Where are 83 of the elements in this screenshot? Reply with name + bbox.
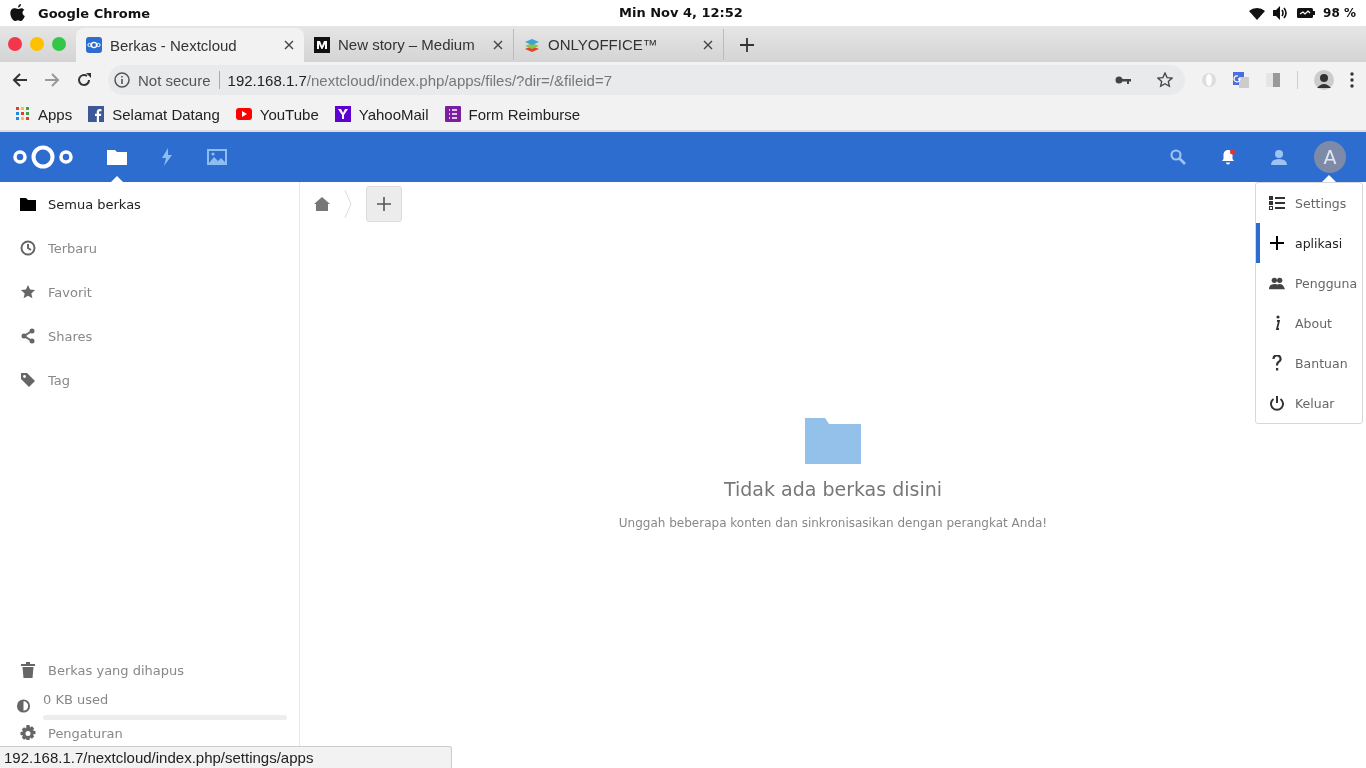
apple-icon[interactable] (10, 4, 26, 22)
help-icon (1269, 355, 1285, 371)
empty-hint: Unggah beberapa konten dan sinkronisasikan dengan perangkat Anda! (618, 516, 1048, 530)
browser-tab[interactable]: ONLYOFFICE™ (514, 29, 724, 60)
preferences-item[interactable]: Pengaturan (0, 722, 299, 744)
forward-icon[interactable] (44, 72, 60, 88)
volume-icon[interactable] (1273, 6, 1290, 20)
medium-icon (314, 36, 330, 53)
clock-icon (20, 240, 36, 256)
menu-item[interactable]: aplikasi (1256, 223, 1362, 263)
share-icon (20, 328, 36, 344)
image-icon (207, 149, 227, 165)
menu-item[interactable]: Keluar (1256, 383, 1362, 423)
browser-tab[interactable]: Berkas - Nextcloud (76, 28, 304, 62)
nextcloud-logo[interactable] (12, 144, 74, 170)
star-icon[interactable] (1157, 72, 1173, 88)
close-window-button[interactable] (8, 37, 22, 51)
trash-icon (20, 662, 36, 678)
folder-icon (107, 149, 127, 165)
bookmark[interactable]: YouTube (235, 105, 319, 123)
bookmark[interactable]: YahooMail (334, 105, 429, 123)
folder-icon (805, 416, 861, 464)
bookmark[interactable]: Form Reimburse (444, 105, 581, 123)
sidebar-item[interactable]: Tag (0, 358, 299, 402)
clock[interactable]: Min Nov 4, 12:52 (619, 5, 743, 20)
home-icon[interactable] (314, 197, 330, 211)
info-icon (114, 72, 130, 88)
plus-icon (1269, 236, 1285, 250)
bookmark[interactable]: Apps (16, 105, 73, 123)
sidebar-item[interactable]: Terbaru (0, 226, 299, 270)
contacts-icon[interactable] (1270, 149, 1288, 165)
new-tab-button[interactable] (740, 38, 754, 52)
users-icon (1269, 276, 1285, 290)
tag-icon (20, 372, 36, 388)
menu-item[interactable]: Bantuan (1256, 343, 1362, 383)
lightning-icon (161, 148, 173, 166)
security-label: Not secure (138, 71, 211, 89)
power-icon (1269, 395, 1285, 411)
profile-avatar[interactable] (1314, 70, 1334, 90)
gear-icon (20, 725, 36, 741)
facebook-icon (88, 106, 105, 122)
menu-icon[interactable] (1350, 72, 1354, 88)
plus-icon (377, 197, 391, 211)
close-tab-icon[interactable] (284, 40, 294, 50)
key-icon[interactable] (1115, 75, 1131, 85)
close-tab-icon[interactable] (703, 39, 713, 50)
deleted-files-item[interactable]: Berkas yang dihapus (0, 648, 299, 692)
close-tab-icon[interactable] (493, 39, 503, 50)
menu-item[interactable]: Pengguna (1256, 263, 1362, 303)
layers-icon (524, 36, 540, 53)
battery-icon[interactable] (1297, 8, 1316, 18)
pie-chart-icon (16, 698, 31, 714)
yahoo-icon (334, 106, 351, 122)
grid-icon (16, 107, 30, 121)
address-field[interactable]: Not secure 192.168.1.7/nextcloud/index.php/apps/files/?dir=/&fileid=7 (108, 65, 1185, 95)
empty-title: Tidak ada berkas disini (723, 478, 943, 500)
breadcrumb-separator-icon (344, 189, 352, 219)
sidebar-item[interactable]: Shares (0, 314, 299, 358)
browser-tab[interactable]: New story – Medium (304, 29, 514, 60)
nextcloud-icon (86, 37, 102, 53)
sidebar-item[interactable]: Favorit (0, 270, 299, 314)
bookmark[interactable]: Selamat Datang (88, 105, 220, 123)
back-icon[interactable] (12, 72, 28, 88)
quota-text: 0 KB used (43, 692, 110, 707)
reload-icon[interactable] (76, 72, 92, 88)
wifi-icon[interactable] (1249, 6, 1266, 20)
search-icon[interactable] (1170, 149, 1186, 165)
translate-icon[interactable] (1233, 72, 1249, 88)
extension-icon[interactable] (1265, 72, 1281, 88)
new-button[interactable] (366, 186, 402, 222)
battery-level: 98 % (1323, 6, 1356, 20)
form-icon (444, 106, 461, 122)
menu-item[interactable]: Settings (1256, 183, 1362, 223)
link-url-tooltip: 192.168.1.7/nextcloud/index.php/settings/apps (0, 746, 452, 768)
youtube-icon (235, 108, 252, 120)
menu-item[interactable]: About (1256, 303, 1362, 343)
star-icon (20, 284, 36, 300)
list-icon (1269, 196, 1285, 210)
folder-icon (20, 197, 36, 211)
app-name: Google Chrome (38, 5, 151, 21)
notifications-icon[interactable] (1220, 149, 1236, 165)
url-text: 192.168.1.7/nextcloud/index.php/apps/files/?dir=/&fileid=7 (227, 71, 612, 89)
sidebar-item[interactable]: Semua berkas (0, 182, 299, 226)
